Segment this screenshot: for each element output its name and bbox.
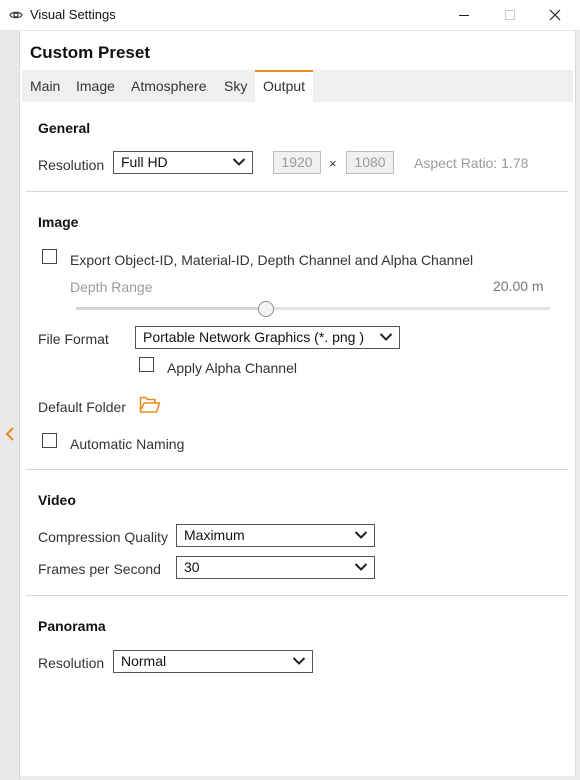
close-button[interactable] xyxy=(532,0,578,30)
depth-range-label: Depth Range xyxy=(70,279,153,295)
maximize-icon xyxy=(505,10,515,20)
width-field: 1920 xyxy=(273,151,321,174)
panorama-heading: Panorama xyxy=(38,618,106,634)
compression-quality-dropdown[interactable]: Maximum xyxy=(176,524,375,547)
automatic-naming-checkbox[interactable] xyxy=(42,433,57,448)
chevron-down-icon xyxy=(232,158,246,166)
divider xyxy=(26,191,568,192)
close-icon xyxy=(549,9,561,21)
bottom-border xyxy=(20,776,576,780)
compression-quality-value: Maximum xyxy=(184,527,245,543)
panorama-resolution-label: Resolution xyxy=(38,655,105,671)
file-format-dropdown[interactable]: Portable Network Graphics (*. png ) xyxy=(135,326,400,349)
video-heading: Video xyxy=(38,492,76,508)
panorama-resolution-value: Normal xyxy=(121,653,167,669)
panorama-resolution-dropdown[interactable]: Normal xyxy=(113,650,313,673)
tab-atmosphere[interactable]: Atmosphere xyxy=(123,70,214,102)
minimize-icon xyxy=(459,15,469,16)
compression-quality-label: Compression Quality xyxy=(38,529,168,545)
resolution-label: Resolution xyxy=(38,157,105,173)
settings-panel: Custom Preset Main Image Atmosphere Sky … xyxy=(22,34,573,774)
title-bar: Visual Settings xyxy=(0,0,580,31)
default-folder-label: Default Folder xyxy=(38,399,126,415)
chevron-down-icon xyxy=(292,657,306,665)
depth-range-value: 20.00 m xyxy=(493,278,544,294)
eye-icon xyxy=(9,11,23,19)
window-title: Visual Settings xyxy=(30,7,116,22)
height-field: 1080 xyxy=(346,151,394,174)
apply-alpha-checkbox[interactable] xyxy=(139,357,154,372)
tab-image[interactable]: Image xyxy=(68,70,123,102)
minimize-button[interactable] xyxy=(441,0,487,30)
depth-slider-fill xyxy=(76,307,266,310)
general-heading: General xyxy=(38,120,91,136)
maximize-button[interactable] xyxy=(487,0,533,30)
tab-main[interactable]: Main xyxy=(22,70,68,102)
automatic-naming-label: Automatic Naming xyxy=(70,436,185,452)
file-format-value: Portable Network Graphics (*. png ) xyxy=(143,329,364,345)
resolution-dropdown[interactable]: Full HD xyxy=(113,151,253,174)
right-border xyxy=(575,31,580,780)
aspect-ratio: Aspect Ratio: 1.78 xyxy=(414,155,529,171)
export-channels-checkbox[interactable] xyxy=(42,249,57,264)
depth-range-slider[interactable] xyxy=(76,307,550,310)
tab-output[interactable]: Output xyxy=(255,70,314,102)
chevron-down-icon xyxy=(354,531,368,539)
image-heading: Image xyxy=(38,214,79,230)
side-panel-strip xyxy=(0,31,20,780)
folder-icon[interactable] xyxy=(139,396,161,414)
export-channels-label: Export Object-ID, Material-ID, Depth Cha… xyxy=(70,252,474,268)
fps-label: Frames per Second xyxy=(38,561,161,577)
resolution-value: Full HD xyxy=(121,154,168,170)
divider xyxy=(26,469,568,470)
tab-sky[interactable]: Sky xyxy=(216,70,255,102)
divider xyxy=(26,595,568,596)
times-sign: × xyxy=(329,156,337,171)
preset-title: Custom Preset xyxy=(30,43,150,62)
tab-bar: Main Image Atmosphere Sky Output xyxy=(22,70,573,102)
chevron-down-icon xyxy=(354,563,368,571)
apply-alpha-label: Apply Alpha Channel xyxy=(167,360,297,376)
fps-dropdown[interactable]: 30 xyxy=(176,556,375,579)
fps-value: 30 xyxy=(184,559,200,575)
chevron-left-icon[interactable] xyxy=(3,425,17,443)
depth-slider-thumb[interactable] xyxy=(257,301,274,317)
file-format-label: File Format xyxy=(38,331,109,347)
chevron-down-icon xyxy=(379,333,393,341)
